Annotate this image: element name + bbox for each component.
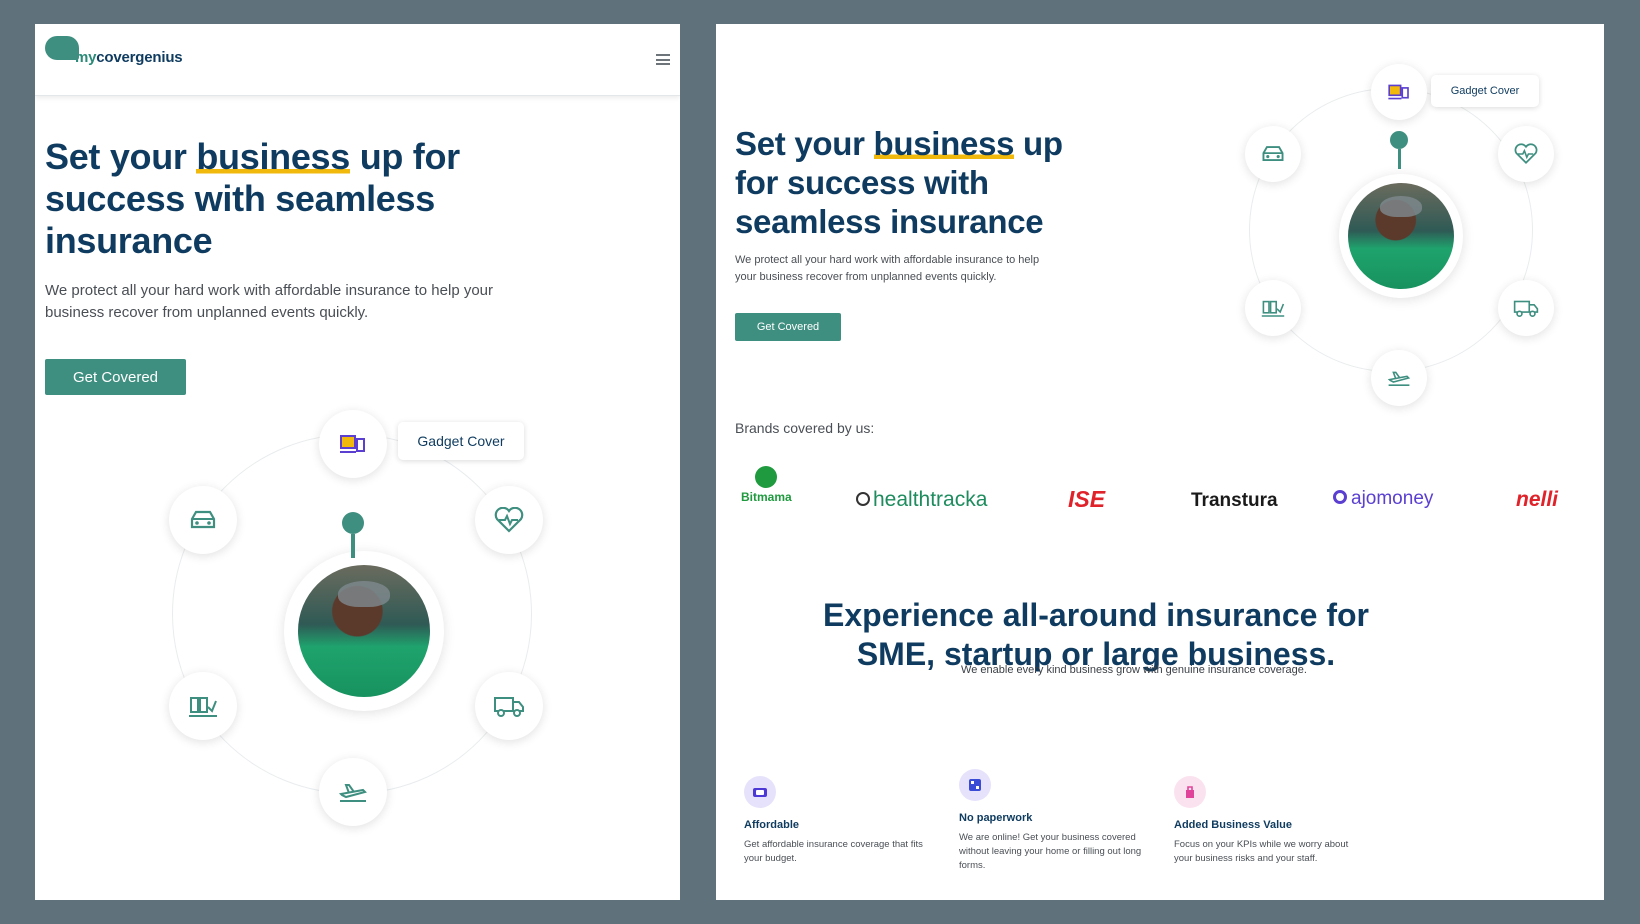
truck-icon[interactable] — [1498, 280, 1554, 336]
brand-logo-ise: ISE — [1068, 486, 1106, 512]
truck-icon[interactable] — [475, 672, 543, 740]
plane-icon[interactable] — [1371, 350, 1427, 406]
gadget-icon[interactable] — [1371, 64, 1427, 120]
healthtracka-icon — [856, 492, 870, 506]
site-header: mycovergenius — [35, 24, 680, 96]
business-value-icon — [1174, 776, 1206, 808]
avatar-frame — [1339, 174, 1463, 298]
logo-name: covergenius — [96, 49, 183, 66]
inventory-icon[interactable] — [169, 672, 237, 740]
ajomoney-icon — [1333, 490, 1347, 504]
gadget-cover-tooltip: Gadget Cover — [398, 422, 524, 460]
feature-title-no-paperwork: No paperwork — [959, 812, 1033, 824]
brand-logo-transtura: Transtura — [1191, 490, 1278, 511]
section-title: Experience all-around insurance for SME,… — [823, 597, 1369, 672]
avatar — [298, 565, 430, 697]
brands-label: Brands covered by us: — [735, 420, 875, 436]
hero-description: We protect all your hard work with affor… — [45, 282, 494, 321]
logo-mark-icon — [45, 36, 79, 60]
bitmama-icon — [755, 466, 778, 488]
plane-icon[interactable] — [319, 758, 387, 826]
hero-title-highlight: business — [196, 136, 351, 177]
gadget-icon[interactable] — [319, 410, 387, 478]
hero-description: We protect all your hard work with affor… — [735, 254, 1040, 283]
feature-desc-affordable: Get affordable insurance coverage that f… — [744, 839, 923, 864]
avatar-frame — [284, 551, 444, 711]
car-icon[interactable] — [169, 486, 237, 554]
feature-desc-no-paperwork: We are online! Get your business covered… — [959, 832, 1142, 871]
hamburger-menu-icon[interactable] — [656, 54, 670, 65]
brand-logo-nelli: nelli — [1516, 488, 1559, 511]
heart-icon[interactable] — [475, 486, 543, 554]
logo[interactable]: mycovergenius — [45, 36, 183, 66]
feature-desc-business-value: Focus on your KPIs while we worry about … — [1174, 839, 1349, 864]
brand-logo-healthtracka: healthtracka — [856, 488, 987, 512]
no-paperwork-icon — [959, 769, 991, 801]
get-covered-button[interactable]: Get Covered — [45, 359, 186, 395]
hero-title-highlight: business — [873, 125, 1015, 162]
location-pin-icon — [1389, 131, 1409, 169]
brand-logo-bitmama: Bitmama — [741, 466, 792, 504]
get-covered-button[interactable]: Get Covered — [735, 313, 841, 341]
heart-icon[interactable] — [1498, 126, 1554, 182]
hero-title: Set your business up for success with se… — [735, 125, 1063, 240]
feature-title-business-value: Added Business Value — [1174, 819, 1292, 831]
section-subtitle: We enable every kind business grow with … — [961, 664, 1307, 676]
car-icon[interactable] — [1245, 126, 1301, 182]
hero-title: Set your business up for success with se… — [45, 136, 460, 261]
feature-title-affordable: Affordable — [744, 819, 799, 831]
brand-logo-ajomoney: ajomoney — [1333, 488, 1433, 510]
avatar — [1348, 183, 1454, 289]
gadget-cover-tooltip: Gadget Cover — [1431, 75, 1539, 107]
inventory-icon[interactable] — [1245, 280, 1301, 336]
desktop-view-panel: Set your business up for success with se… — [716, 24, 1604, 900]
affordable-icon — [744, 776, 776, 808]
location-pin-icon — [341, 512, 365, 558]
mobile-view-panel: mycovergenius Set your business up for s… — [35, 24, 680, 900]
